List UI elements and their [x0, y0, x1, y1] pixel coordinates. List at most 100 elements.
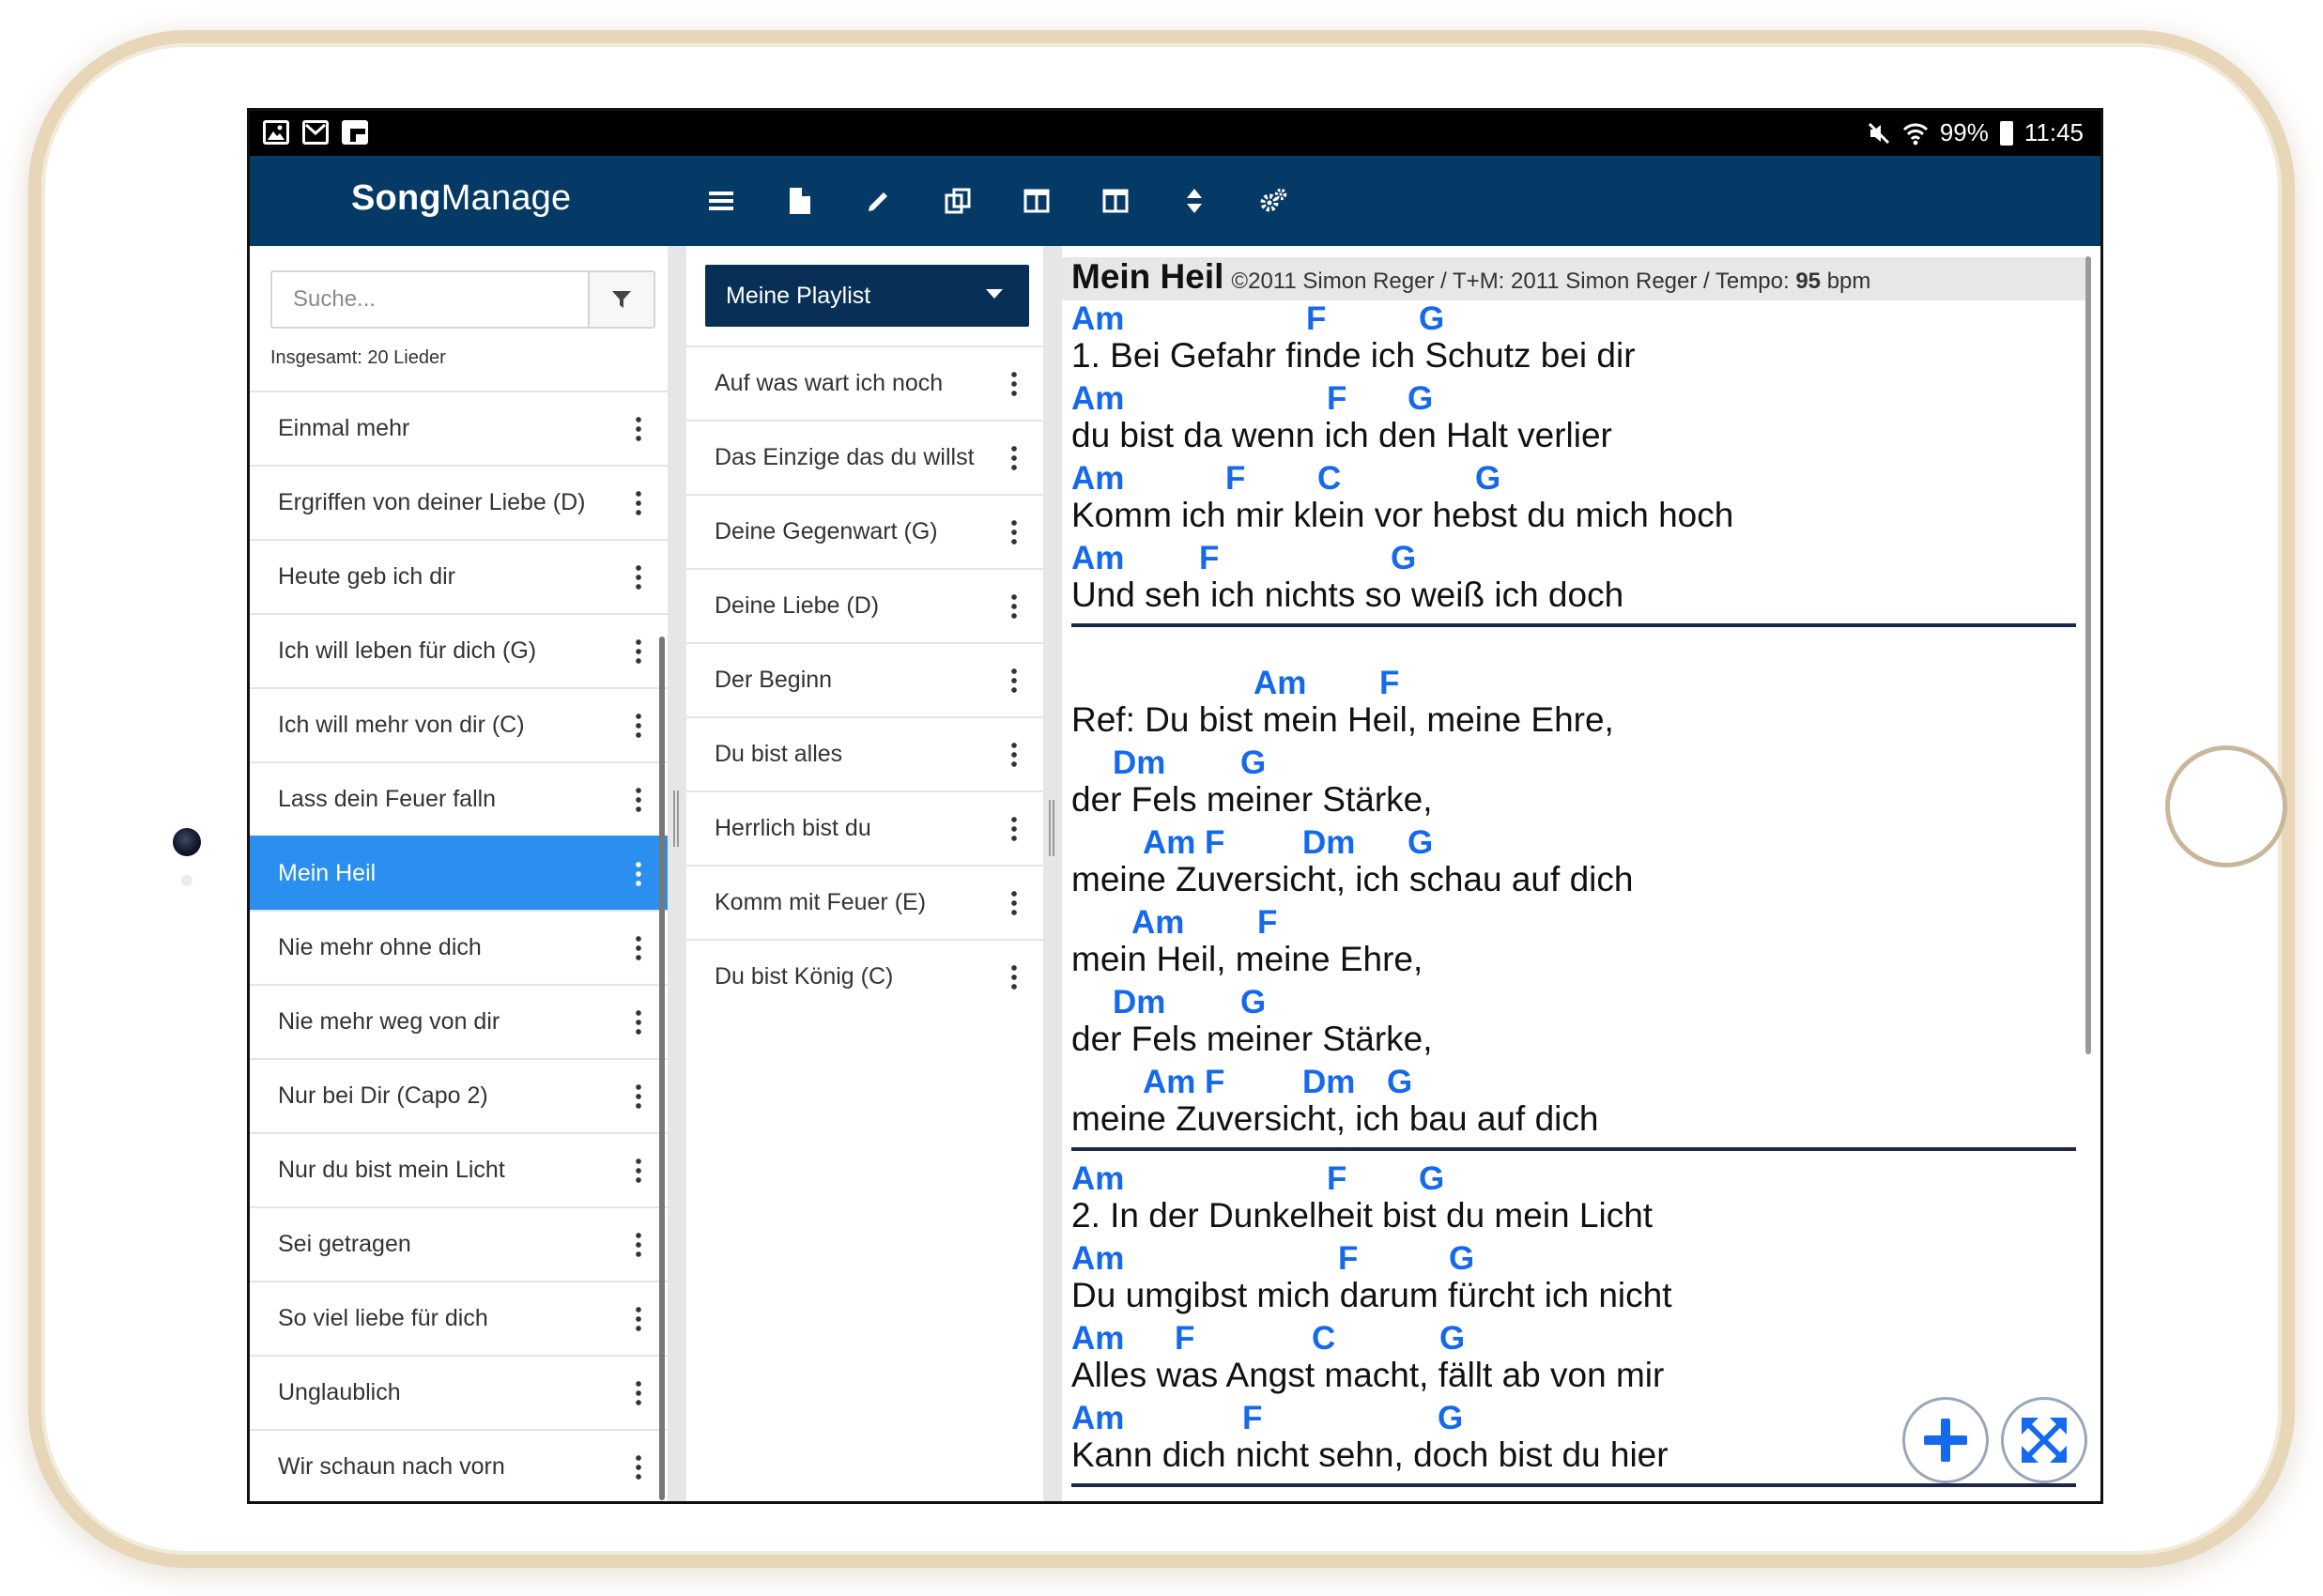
chord: Am	[1071, 1400, 1125, 1436]
list-item-label: Das Einzige das du willst	[715, 444, 975, 470]
chord: Am	[1143, 1064, 1196, 1100]
list-item[interactable]: Heute geb ich dir	[250, 539, 668, 613]
playlist-list: Auf was wart ich noch Das Einzige das du …	[686, 345, 1043, 1013]
add-button[interactable]	[1902, 1397, 1989, 1483]
playlist-dropdown[interactable]: Meine Playlist	[705, 265, 1029, 327]
panel-divider[interactable]	[1043, 246, 1062, 1501]
list-item[interactable]: Nie mehr ohne dich	[250, 910, 668, 984]
more-options-icon[interactable]	[1011, 741, 1017, 767]
chord: F	[1379, 665, 1400, 701]
edit-icon[interactable]	[839, 178, 918, 223]
list-item[interactable]: Ergriffen von deiner Liebe (D)	[250, 465, 668, 539]
list-item-label: So viel liebe für dich	[278, 1305, 488, 1331]
more-options-icon[interactable]	[636, 1157, 641, 1183]
status-bar: 99% 11:45	[250, 111, 2100, 156]
camera	[173, 828, 201, 856]
copy-icon[interactable]	[918, 178, 997, 223]
more-options-icon[interactable]	[1011, 444, 1017, 470]
columns-alt-icon[interactable]	[1076, 178, 1155, 223]
song-scrollbar[interactable]	[2085, 256, 2091, 1054]
more-options-icon[interactable]	[636, 637, 641, 664]
more-options-icon[interactable]	[636, 415, 641, 441]
resize-handle[interactable]	[1049, 800, 1054, 856]
list-item[interactable]: Mein Heil	[250, 836, 668, 910]
sensor	[181, 875, 192, 886]
chord: Dm	[1302, 1064, 1356, 1100]
list-item[interactable]: Deine Gegenwart (G)	[686, 494, 1043, 568]
more-options-icon[interactable]	[1011, 963, 1017, 990]
chord: Dm	[1113, 984, 1166, 1021]
more-options-icon[interactable]	[636, 786, 641, 812]
song-line: Am F Gdu bist da wenn ich den Halt verlier	[1071, 380, 2076, 460]
song-tempo-unit: bpm	[1826, 269, 1871, 294]
list-item[interactable]: So viel liebe für dich	[250, 1281, 668, 1355]
new-file-icon[interactable]	[761, 178, 839, 223]
songs-scrollbar[interactable]	[659, 637, 665, 1500]
fullscreen-button[interactable]	[2001, 1397, 2087, 1483]
chord: C	[1317, 460, 1342, 497]
home-button[interactable]	[2165, 745, 2287, 867]
more-options-icon[interactable]	[1011, 592, 1017, 619]
list-item[interactable]: Lass dein Feuer falln	[250, 761, 668, 836]
chord: Am	[1071, 380, 1125, 417]
settings-icon[interactable]	[1234, 178, 1313, 223]
panel-divider[interactable]	[668, 246, 686, 1501]
list-item-label: Nie mehr weg von dir	[278, 1008, 500, 1035]
list-item[interactable]: Ich will mehr von dir (C)	[250, 687, 668, 761]
sort-icon[interactable]	[1155, 178, 1234, 223]
song-meta: ©2011 Simon Reger / T+M: 2011 Simon Rege…	[1231, 269, 1870, 295]
list-item[interactable]: Sei getragen	[250, 1206, 668, 1281]
list-item[interactable]: Du bist König (C)	[686, 939, 1043, 1013]
more-options-icon[interactable]	[1011, 370, 1017, 396]
list-item[interactable]: Der Beginn	[686, 642, 1043, 716]
chord: G	[1387, 1064, 1413, 1100]
list-item-label: Du bist alles	[715, 741, 843, 767]
brand-logo[interactable]: SongManage	[351, 178, 571, 219]
list-item[interactable]: Das Einzige das du willst	[686, 420, 1043, 494]
more-options-icon[interactable]	[1011, 667, 1017, 693]
list-item-label: Komm mit Feuer (E)	[715, 889, 927, 915]
more-options-icon[interactable]	[1011, 815, 1017, 841]
song-line: Am F Dm Gmeine Zuversicht, ich bau auf dich	[1071, 1064, 2076, 1143]
chord: Am	[1071, 1240, 1125, 1277]
system-status: 99% 11:45	[1867, 118, 2084, 147]
list-item[interactable]: Ich will leben für dich (G)	[250, 613, 668, 687]
more-options-icon[interactable]	[636, 934, 641, 960]
chord: Am	[1071, 1160, 1125, 1197]
more-options-icon[interactable]	[636, 712, 641, 738]
menu-icon[interactable]	[682, 178, 761, 223]
list-item[interactable]: Komm mit Feuer (E)	[686, 865, 1043, 939]
more-options-icon[interactable]	[636, 1231, 641, 1257]
more-options-icon[interactable]	[636, 1379, 641, 1405]
list-item-label: Deine Gegenwart (G)	[715, 518, 938, 545]
more-options-icon[interactable]	[636, 489, 641, 515]
list-item[interactable]: Einmal mehr	[250, 391, 668, 465]
song-count: Insgesamt: 20 Lieder	[270, 347, 446, 368]
chord: G	[1419, 1160, 1445, 1197]
filter-button[interactable]	[588, 272, 654, 327]
list-item[interactable]: Herrlich bist du	[686, 790, 1043, 865]
more-options-icon[interactable]	[636, 1305, 641, 1331]
more-options-icon[interactable]	[1011, 518, 1017, 545]
list-item[interactable]: Nie mehr weg von dir	[250, 984, 668, 1058]
list-item[interactable]: Du bist alles	[686, 716, 1043, 790]
list-item[interactable]: Wir schaun nach vorn	[250, 1429, 668, 1501]
flipboard-icon	[342, 120, 368, 145]
list-item-label: Nur bei Dir (Capo 2)	[278, 1082, 488, 1109]
search-input[interactable]	[272, 272, 588, 327]
mute-icon	[1868, 122, 1889, 144]
columns-icon[interactable]	[997, 178, 1076, 223]
more-options-icon[interactable]	[636, 1453, 641, 1480]
more-options-icon[interactable]	[1011, 889, 1017, 915]
more-options-icon[interactable]	[636, 1008, 641, 1035]
resize-handle[interactable]	[673, 790, 679, 847]
list-item-label: Heute geb ich dir	[278, 563, 456, 590]
list-item[interactable]: Nur bei Dir (Capo 2)	[250, 1058, 668, 1132]
more-options-icon[interactable]	[636, 860, 641, 886]
more-options-icon[interactable]	[636, 1082, 641, 1109]
more-options-icon[interactable]	[636, 563, 641, 590]
list-item[interactable]: Nur du bist mein Licht	[250, 1132, 668, 1206]
list-item[interactable]: Deine Liebe (D)	[686, 568, 1043, 642]
list-item[interactable]: Auf was wart ich noch	[686, 345, 1043, 420]
list-item[interactable]: Unglaublich	[250, 1355, 668, 1429]
